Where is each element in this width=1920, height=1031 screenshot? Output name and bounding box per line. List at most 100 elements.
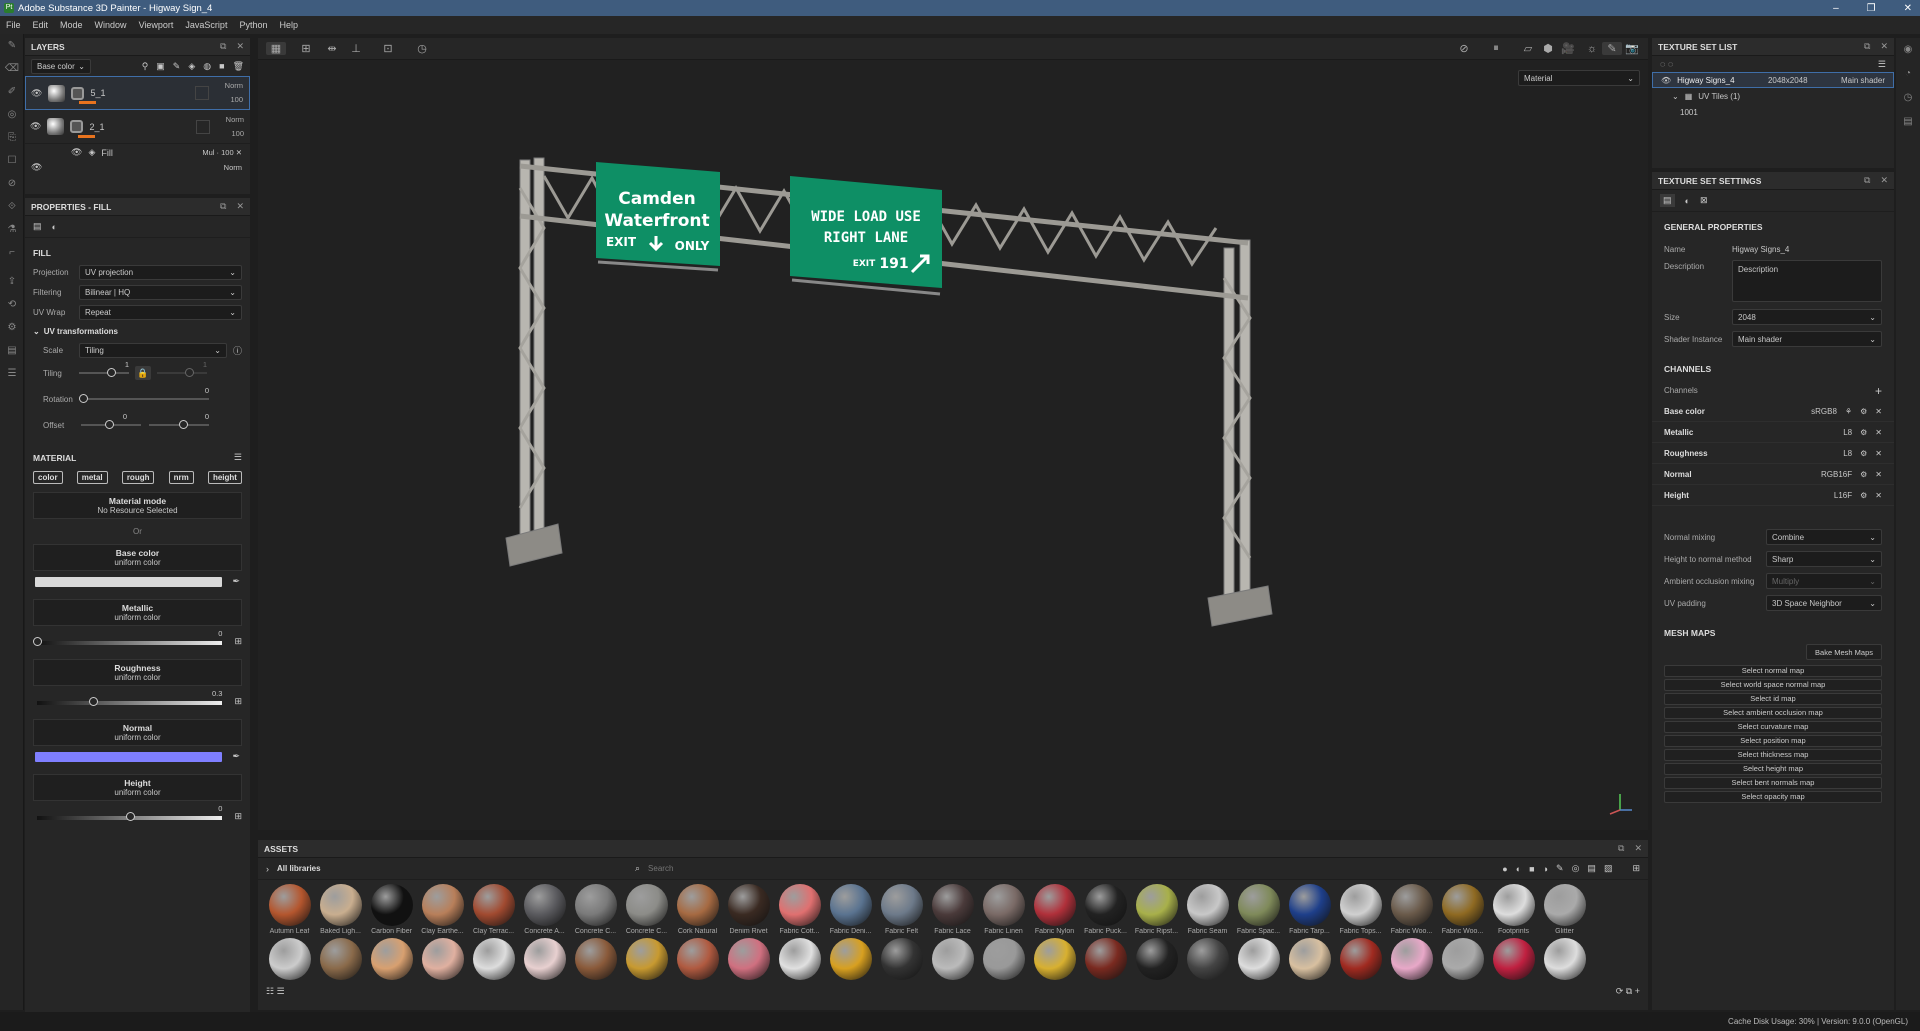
history-icon[interactable]: ◷ <box>1896 86 1920 110</box>
shader-instance-select[interactable]: Main shader ⌄ <box>1732 331 1882 347</box>
reset-view-icon[interactable]: ◷ <box>412 42 432 55</box>
asset-item[interactable]: Fabric Tops... <box>1335 884 1386 935</box>
channel-settings-icon[interactable]: ⚙ <box>1860 407 1867 416</box>
asset-item[interactable]: Fabric Cott... <box>774 884 825 935</box>
eye-toggle-alt-icon[interactable]: ◌ <box>1668 59 1673 69</box>
history-icon[interactable]: ⟲ <box>0 293 24 316</box>
delete-layer-icon[interactable]: 🗑 <box>233 61 244 72</box>
close-panel-icon[interactable]: ✕ <box>1634 843 1642 853</box>
viewport-mode-select[interactable]: Material ⌄ <box>1518 70 1640 86</box>
asset-item[interactable]: Fabric Lace <box>927 884 978 935</box>
remove-channel-icon[interactable]: ✕ <box>1875 407 1882 416</box>
color-profile-icon[interactable]: ⚘ <box>1845 407 1852 416</box>
asset-item[interactable]: Fabric Linen <box>978 884 1029 935</box>
slider-knob[interactable] <box>185 368 194 377</box>
paint-mode-icon[interactable]: ✎ <box>1602 42 1622 55</box>
asset-item[interactable] <box>723 938 774 980</box>
asset-item[interactable]: Carbon Fiber <box>366 884 417 935</box>
asset-item[interactable] <box>1437 938 1488 980</box>
add-smart-material-icon[interactable]: ◍ <box>203 61 211 72</box>
asset-item[interactable] <box>1131 938 1182 980</box>
add-channel-icon[interactable]: + <box>1875 384 1882 398</box>
slider-knob[interactable] <box>79 394 88 403</box>
offset-slider-u[interactable] <box>81 420 141 429</box>
light-icon[interactable]: ☼ <box>1582 43 1602 55</box>
height-channel-button[interactable]: height <box>207 471 242 484</box>
menu-viewport[interactable]: Viewport <box>139 20 174 30</box>
metal-channel-button[interactable]: metal <box>76 471 108 484</box>
height-to-normal-select[interactable]: Sharp ⌄ <box>1766 551 1882 567</box>
select-normal-map-button[interactable]: Select normal map <box>1664 665 1882 677</box>
add-paint-layer-icon[interactable]: ✎ <box>173 61 181 72</box>
normal-slot[interactable]: Normal uniform color <box>33 719 242 746</box>
asset-item[interactable]: Autumn Leaf <box>264 884 315 935</box>
size-select[interactable]: 2048 ⌄ <box>1732 309 1882 325</box>
menu-javascript[interactable]: JavaScript <box>185 20 227 30</box>
asset-item[interactable] <box>1335 938 1386 980</box>
base-color-slot[interactable]: Base color uniform color <box>33 544 242 571</box>
asset-item[interactable] <box>825 938 876 980</box>
bake-mesh-maps-button[interactable]: Bake Mesh Maps <box>1806 644 1882 660</box>
remove-channel-icon[interactable]: ✕ <box>1875 449 1882 458</box>
uv-tile-item[interactable]: 1001 <box>1652 104 1894 120</box>
viewport-3d[interactable]: Camden Waterfront EXIT ONLY WIDE LOAD US… <box>258 38 1648 830</box>
uv-padding-select[interactable]: 3D Space Neighbor ⌄ <box>1766 595 1882 611</box>
uvwrap-select[interactable]: Repeat ⌄ <box>79 304 242 320</box>
asset-search-input[interactable] <box>648 864 1349 873</box>
uv-tab-icon[interactable]: ⊠ <box>1700 195 1708 206</box>
menu-window[interactable]: Window <box>95 20 127 30</box>
texture-set-item[interactable]: 👁 Higway Signs_4 2048x2048 Main shader <box>1652 72 1894 88</box>
height-slider[interactable]: 0 <box>37 804 223 821</box>
channel-format[interactable]: RGB16F <box>1821 470 1852 479</box>
asset-item[interactable] <box>774 938 825 980</box>
roughness-slot[interactable]: Roughness uniform color <box>33 659 242 686</box>
visibility-eye-icon[interactable]: 👁 <box>71 147 82 158</box>
layer-row[interactable]: 👁 5_1 Norm 100 <box>25 76 250 110</box>
export-icon[interactable]: ⇪ <box>0 270 24 293</box>
slider-knob[interactable] <box>125 811 135 821</box>
rough-channel-button[interactable]: rough <box>121 471 155 484</box>
asset-item[interactable]: Fabric Woo... <box>1386 884 1437 935</box>
uv-tiles-item[interactable]: ⌄ ▦ UV Tiles (1) <box>1652 88 1894 104</box>
asset-item[interactable] <box>1182 938 1233 980</box>
asset-item[interactable] <box>876 938 927 980</box>
close-panel-icon[interactable]: ✕ <box>1880 175 1888 185</box>
tiling-slider[interactable] <box>79 368 129 377</box>
blend-opacity[interactable]: Norm 100 <box>226 113 244 141</box>
asset-item[interactable] <box>1488 938 1539 980</box>
batch-icon[interactable]: ☷ <box>266 986 274 996</box>
asset-item[interactable]: Concrete C... <box>621 884 672 935</box>
grid-icon[interactable]: ▦ <box>266 42 286 55</box>
smudge-icon[interactable]: ☐ <box>0 149 24 172</box>
channel-settings-icon[interactable]: ⚙ <box>1860 470 1867 479</box>
pause-icon[interactable]: ⏸ <box>1486 42 1506 55</box>
view-2d-icon[interactable]: ▱ <box>1518 42 1538 55</box>
projection-icon[interactable]: ✐ <box>0 80 24 103</box>
add-fill-layer-icon[interactable]: ◈ <box>188 61 195 72</box>
ao-mixing-select[interactable]: Multiply ⌄ <box>1766 573 1882 589</box>
close-panel-icon[interactable]: ✕ <box>236 201 244 211</box>
asset-item[interactable] <box>366 938 417 980</box>
channel-select[interactable]: Base color ⌄ <box>31 58 91 74</box>
select-id-map-button[interactable]: Select id map <box>1664 693 1882 705</box>
asset-item[interactable]: Fabric Woo... <box>1437 884 1488 935</box>
eraser-icon[interactable]: ⌫ <box>0 57 24 80</box>
refresh-icon[interactable]: ⟳ <box>1616 986 1624 996</box>
metallic-slot[interactable]: Metallic uniform color <box>33 599 242 626</box>
menu-python[interactable]: Python <box>239 20 267 30</box>
asset-item[interactable] <box>1539 938 1590 980</box>
asset-item[interactable]: Fabric Puck... <box>1080 884 1131 935</box>
asset-item[interactable] <box>264 938 315 980</box>
filter-environments-icon[interactable]: ▨ <box>1604 863 1613 874</box>
asset-item[interactable] <box>417 938 468 980</box>
visibility-eye-icon[interactable]: 👁 <box>1661 76 1671 85</box>
log-icon[interactable]: ▤ <box>1896 110 1920 134</box>
frame-icon[interactable]: ⊡ <box>378 42 398 55</box>
library-selector[interactable]: All libraries <box>277 864 627 873</box>
filter-particles-icon[interactable]: ◎ <box>1572 863 1580 874</box>
camera-icon[interactable]: 🎥 <box>1558 42 1578 55</box>
bake-icon[interactable]: ⚗ <box>0 218 24 241</box>
visibility-eye-icon[interactable]: 👁 <box>31 162 42 173</box>
filter-filters-icon[interactable]: ◑ <box>1543 864 1548 874</box>
slider-knob[interactable] <box>107 368 116 377</box>
